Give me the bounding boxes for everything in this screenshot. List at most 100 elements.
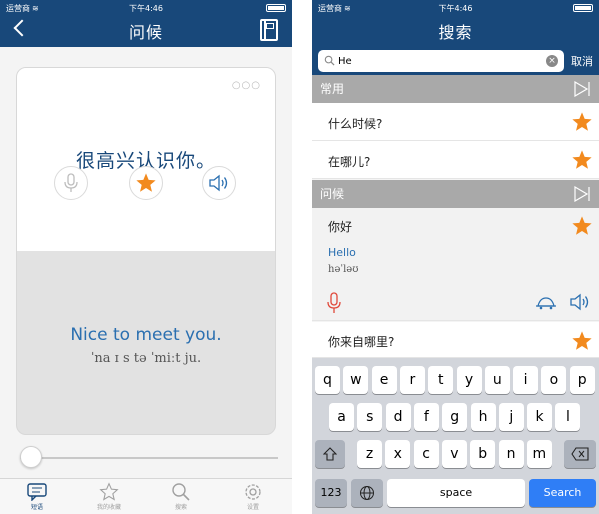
list-item[interactable]: 在哪儿? [312, 141, 599, 179]
key-m[interactable]: m [526, 440, 552, 468]
translation-text: Hello [328, 246, 356, 259]
key-k[interactable]: k [527, 403, 553, 431]
list-item[interactable]: 什么时候? [312, 103, 599, 141]
backspace-icon [571, 447, 589, 461]
key-b[interactable]: b [470, 440, 496, 468]
key-n[interactable]: n [498, 440, 524, 468]
phrase-screen: 运营商 ≋ 下午4:46 问候 ○○○ 很高兴认识你。 Nice to meet … [0, 0, 292, 514]
key-f[interactable]: f [413, 403, 439, 431]
search-key[interactable]: Search [529, 479, 596, 507]
key-t[interactable]: t [428, 366, 454, 394]
status-time: 下午4:46 [438, 4, 473, 13]
playback-slider-thumb[interactable] [20, 446, 42, 468]
section-title: 问候 [320, 187, 345, 201]
favorite-button[interactable] [129, 166, 163, 200]
play-audio-button[interactable] [202, 166, 236, 200]
phonetic-text: həˈləʊ [328, 264, 359, 275]
key-v[interactable]: v [441, 440, 467, 468]
section-header-greetings[interactable]: 问候 [312, 180, 599, 208]
search-screen: 运营商≋ 下午4:46 搜索 × 取消 常用 什么时候? 在哪儿? 问候 你好 … [312, 0, 599, 514]
key-e[interactable]: e [371, 366, 397, 394]
microphone-icon [64, 173, 78, 192]
nav-bar: 运营商 ≋ 下午4:46 问候 [0, 0, 292, 47]
speaker-icon [209, 174, 228, 192]
cancel-button[interactable]: 取消 [571, 53, 593, 69]
key-y[interactable]: y [456, 366, 482, 394]
speaker-icon[interactable] [569, 293, 591, 311]
key-w[interactable]: w [343, 366, 369, 394]
key-r[interactable]: r [399, 366, 425, 394]
key-d[interactable]: d [385, 403, 411, 431]
tab-label: 搜索 [174, 504, 187, 511]
phrase-text: 在哪儿? [328, 155, 371, 169]
microphone-icon[interactable] [326, 292, 342, 314]
star-icon[interactable] [571, 149, 593, 171]
star-icon [136, 173, 156, 192]
phrase-card: ○○○ 很高兴认识你。 Nice to meet you. ˈna ɪ s tə… [16, 67, 276, 435]
star-icon[interactable] [571, 330, 593, 352]
tab-label: 我的收藏 [96, 504, 121, 511]
key-i[interactable]: i [513, 366, 539, 394]
clear-search-button[interactable]: × [546, 55, 558, 67]
tab-bar: 短语 我的收藏 搜索 设置 [0, 478, 292, 514]
nav-bar: 运营商 ≋ 下午4:46 搜索 [312, 0, 599, 47]
globe-icon [360, 486, 374, 500]
key-a[interactable]: a [329, 403, 354, 431]
key-s[interactable]: s [357, 403, 383, 431]
more-options-icon[interactable]: ○○○ [232, 80, 261, 91]
card-top-section: ○○○ 很高兴认识你。 [17, 68, 275, 251]
tab-phrases[interactable]: 短语 [8, 482, 66, 511]
key-h[interactable]: h [470, 403, 496, 431]
section-header-common[interactable]: 常用 [312, 75, 599, 103]
list-item[interactable]: 你来自哪里? [312, 322, 599, 358]
globe-key[interactable] [351, 479, 383, 507]
search-icon [172, 483, 190, 501]
keyboard: qwertyuiop asdfghjkl zxcvbnm 123 space S… [312, 358, 599, 514]
phrase-text: 你来自哪里? [328, 335, 395, 349]
search-field[interactable]: × [318, 50, 564, 72]
key-j[interactable]: j [498, 403, 524, 431]
space-key[interactable]: space [387, 479, 525, 507]
play-all-icon[interactable] [573, 81, 591, 97]
numbers-key[interactable]: 123 [315, 479, 347, 507]
tab-search[interactable]: 搜索 [152, 482, 210, 511]
record-button[interactable] [54, 166, 88, 200]
status-time: 下午4:46 [129, 4, 163, 13]
chat-bubble-icon [27, 483, 47, 501]
playback-slider-track[interactable] [20, 457, 278, 459]
tab-settings[interactable]: 设置 [224, 482, 282, 511]
status-bar: 运营商 ≋ 下午4:46 [0, 0, 292, 15]
key-u[interactable]: u [484, 366, 510, 394]
search-icon [324, 55, 335, 66]
shift-icon [322, 447, 338, 461]
key-z[interactable]: z [357, 440, 382, 468]
battery-icon [573, 4, 593, 12]
shift-key[interactable] [315, 440, 345, 468]
star-icon[interactable] [571, 215, 593, 237]
star-icon[interactable] [571, 111, 593, 133]
status-bar: 运营商 ≋ 下午4:46 [312, 0, 599, 15]
key-x[interactable]: x [385, 440, 411, 468]
expanded-list-item[interactable]: 你好 Hello həˈləʊ [312, 208, 599, 321]
turtle-slow-icon[interactable] [535, 296, 557, 310]
key-q[interactable]: q [315, 366, 340, 394]
play-all-icon[interactable] [573, 186, 591, 202]
key-o[interactable]: o [541, 366, 567, 394]
tab-label: 设置 [246, 504, 259, 511]
tab-favorites[interactable]: 我的收藏 [80, 482, 138, 511]
key-p[interactable]: p [569, 366, 595, 394]
search-bar: × 取消 [312, 47, 599, 75]
gear-icon [245, 484, 261, 500]
section-title: 常用 [320, 82, 345, 96]
delete-key[interactable] [564, 440, 596, 468]
key-l[interactable]: l [555, 403, 581, 431]
key-c[interactable]: c [413, 440, 439, 468]
page-title: 问候 [128, 23, 163, 42]
search-input[interactable] [338, 53, 538, 69]
phrase-text: 什么时候? [328, 117, 383, 131]
page-title: 搜索 [438, 23, 473, 42]
key-g[interactable]: g [442, 403, 468, 431]
book-icon[interactable] [260, 19, 278, 41]
english-translation: Nice to meet you. [70, 325, 222, 345]
tab-label: 短语 [30, 504, 43, 511]
